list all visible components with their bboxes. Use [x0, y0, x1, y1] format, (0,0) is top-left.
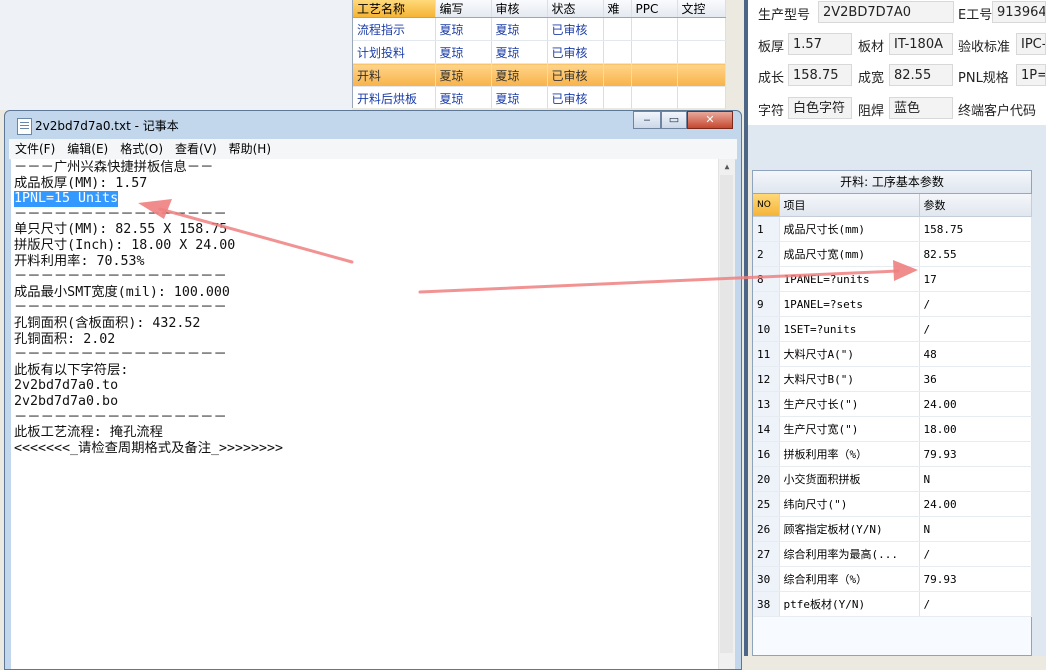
arrow-left-head: [138, 199, 172, 219]
arrow-right-head: [893, 260, 918, 281]
arrow-right-line: [418, 269, 900, 294]
arrow-left-line: [158, 207, 354, 264]
annotation-arrows: [138, 199, 918, 294]
